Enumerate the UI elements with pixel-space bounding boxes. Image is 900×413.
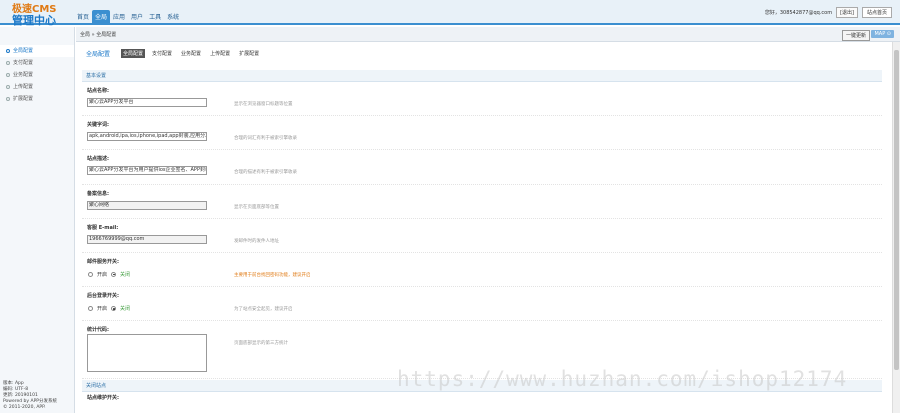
nav-users[interactable]: 用户 <box>128 10 146 25</box>
field-email: 客服 E-mail: 1966769999@qq.com 发邮件时的发件人地址 <box>82 219 882 253</box>
sidebar-item-payment[interactable]: 支付配置 <box>0 57 74 69</box>
nav-home[interactable]: 首页 <box>74 10 92 25</box>
field-log-switch: 后台登录开关: 开启 关闭 为了站点安全起见，建议开启 <box>82 287 882 322</box>
field-label: 后台登录开关: <box>87 293 120 300</box>
email-input[interactable]: 1966769999@qq.com <box>87 234 207 244</box>
stats-code-textarea[interactable] <box>87 334 207 373</box>
field-mail-switch: 邮件服务开关: 开启 关闭 主要用于前台找回密码功能，建议开启 <box>82 253 882 288</box>
field-description: 站点描述: 聚心云APP分发平台为用户提供ios企业签名、APP封装 合理的描述… <box>82 150 882 185</box>
field-hint: 主要用于前台找回密码功能，建议开启 <box>234 272 311 278</box>
field-hint: 发邮件时的发件人地址 <box>234 238 279 244</box>
site-name-input[interactable]: 聚心云APP分发平台 <box>87 98 207 107</box>
scrollbar-thumb[interactable] <box>894 50 899 370</box>
sidebar-item-global[interactable]: 全局配置 <box>0 45 74 57</box>
sidebar-item-label: 上传配置 <box>13 84 34 90</box>
breadcrumb: 全局 » 全局配置 <box>80 32 117 38</box>
log-on-radio[interactable] <box>88 306 93 312</box>
field-record: 备案信息: 聚心网络 显示在页面底部等位置 <box>82 185 882 219</box>
field-hint: 合理的词汇有利于被索引擎收录 <box>234 136 297 142</box>
sidebar-item-business[interactable]: 业务配置 <box>0 69 74 81</box>
mail-off-radio[interactable] <box>111 271 117 277</box>
field-label: 备案信息: <box>87 190 109 197</box>
nav-apps[interactable]: 应用 <box>110 10 128 25</box>
bullet-icon <box>6 61 10 65</box>
section-basic: 基本设置 <box>82 70 882 82</box>
sidebar-item-label: 全局配置 <box>13 48 34 54</box>
logo-line2: 管理中心 <box>12 14 56 27</box>
sidebar-footer: 版本: App 编码: UTF-8 更新: 20190101 Powered b… <box>3 381 57 411</box>
logout-button[interactable]: [退出] <box>836 7 858 18</box>
one-click-update-button[interactable]: 一键更新 <box>841 30 870 41</box>
tab-upload[interactable]: 上传配置 <box>208 49 232 58</box>
bullet-icon <box>6 73 10 77</box>
field-site-name: 站点名称: 聚心云APP分发平台 显示在浏览器窗口标题等位置 <box>82 82 882 117</box>
field-hint: 显示在页面底部等位置 <box>234 204 279 210</box>
tab-business[interactable]: 业务配置 <box>179 49 203 58</box>
radio-label: 开启 <box>97 271 108 278</box>
keywords-input[interactable]: apk,android,ipa,ios,iphone,ipad,app封装,应用… <box>87 132 207 142</box>
watermark: https://www.huzhan.com/ishop12174 <box>397 367 848 391</box>
bullet-icon <box>6 97 10 101</box>
sidebar-item-label: 扩展配置 <box>13 96 34 102</box>
nav-system[interactable]: 系统 <box>164 10 182 25</box>
field-label: 统计代码: <box>87 327 109 334</box>
logo: 极速CMS 管理中心 <box>12 4 57 26</box>
field-label: 客服 E-mail: <box>87 224 119 231</box>
radio-label: 关闭 <box>120 271 131 278</box>
settings-form: 基本设置 站点名称: 聚心云APP分发平台 显示在浏览器窗口标题等位置 关键字词… <box>82 70 882 404</box>
mail-on-radio[interactable] <box>88 271 93 277</box>
user-greeting: 您好，308542877@qq.com <box>764 10 833 16</box>
main-nav: 首页 全局 应用 用户 工具 系统 <box>74 10 182 25</box>
radio-label: 关闭 <box>120 306 131 313</box>
page-title: 全局配置 <box>86 51 111 58</box>
sidebar-item-extension[interactable]: 扩展配置 <box>0 93 74 105</box>
bullet-icon <box>6 49 10 53</box>
field-keywords: 关键字词: apk,android,ipa,ios,iphone,ipad,ap… <box>82 116 882 151</box>
tab-extension[interactable]: 扩展配置 <box>237 49 261 58</box>
sidebar-item-label: 业务配置 <box>13 72 34 78</box>
log-off-radio[interactable] <box>111 306 117 312</box>
sidebar-item-upload[interactable]: 上传配置 <box>0 81 74 93</box>
breadcrumb-bar: 全局 » 全局配置 一键更新 MAP ⊙ <box>76 27 900 42</box>
scrollbar[interactable] <box>892 42 900 413</box>
field-hint: 显示在浏览器窗口标题等位置 <box>234 102 293 107</box>
footer-copyright: © 2011-2020, APP. <box>3 405 46 410</box>
field-hint: 页面底部显示的第三方统计 <box>234 341 288 347</box>
field-label: 关键字词: <box>87 122 109 129</box>
field-label: 站点维护开关: <box>87 395 120 402</box>
field-hint: 合理的描述有利于被索引擎收录 <box>234 170 297 176</box>
field-hint: 为了站点安全起见，建议开启 <box>234 307 293 313</box>
radio-label: 开启 <box>97 306 108 313</box>
config-tabs: 全局配置 全局配置 支付配置 业务配置 上传配置 扩展配置 <box>86 49 261 58</box>
top-header: 极速CMS 管理中心 首页 全局 应用 用户 工具 系统 您好，30854287… <box>0 0 900 26</box>
bullet-icon <box>6 85 10 89</box>
log-switch-radios: 开启 关闭 <box>88 305 130 312</box>
user-bar: 您好，308542877@qq.com [退出] 站点首页 <box>765 7 892 18</box>
field-label: 站点名称: <box>87 88 109 94</box>
nav-tools[interactable]: 工具 <box>146 10 164 25</box>
field-label: 邮件服务开关: <box>87 258 120 265</box>
nav-global[interactable]: 全局 <box>92 10 111 25</box>
map-button[interactable]: MAP ⊙ <box>871 30 894 38</box>
field-label: 站点描述: <box>87 156 109 163</box>
record-input[interactable]: 聚心网络 <box>87 200 207 210</box>
sidebar-item-label: 支付配置 <box>13 60 34 66</box>
tab-global[interactable]: 全局配置 <box>121 49 146 58</box>
site-home-button[interactable]: 站点首页 <box>861 7 892 18</box>
tab-payment[interactable]: 支付配置 <box>150 49 174 58</box>
description-input[interactable]: 聚心云APP分发平台为用户提供ios企业签名、APP封装 <box>87 166 207 176</box>
sidebar: 全局配置 支付配置 业务配置 上传配置 扩展配置 版本: App 编码: UTF… <box>0 27 75 413</box>
mail-switch-radios: 开启 关闭 <box>88 271 130 278</box>
